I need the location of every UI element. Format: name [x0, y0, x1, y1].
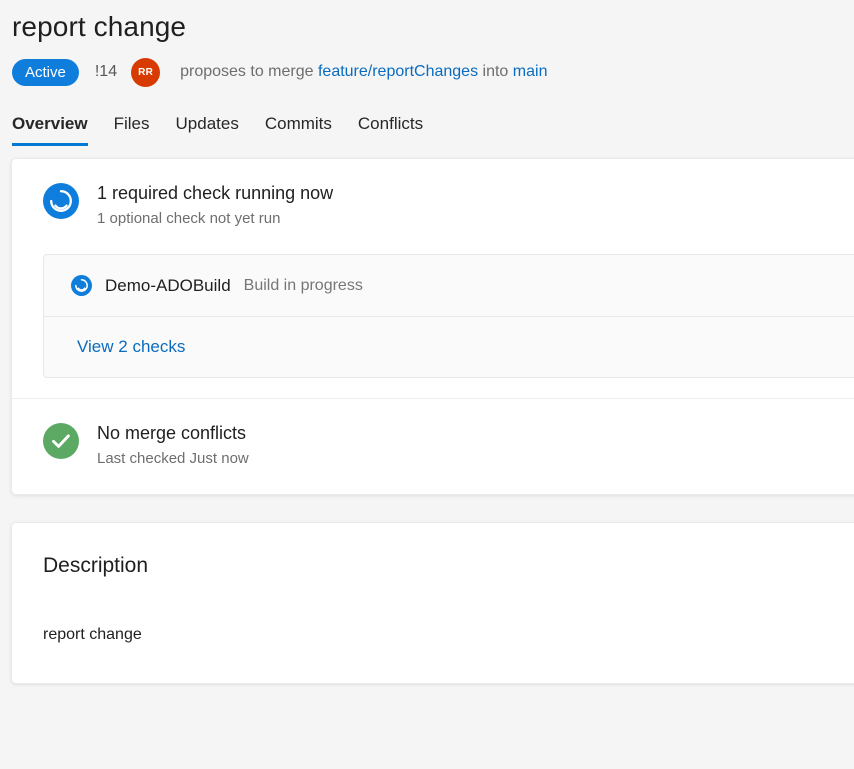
tab-bar: Overview Files Updates Commits Conflicts: [0, 104, 854, 146]
view-checks-link[interactable]: View 2 checks: [77, 337, 185, 357]
tab-updates[interactable]: Updates: [176, 114, 239, 146]
checks-summary: 1 required check running now 1 optional …: [12, 181, 854, 230]
merge-conflicts-title: No merge conflicts: [97, 421, 249, 445]
status-card: 1 required check running now 1 optional …: [11, 158, 854, 495]
view-checks-row: View 2 checks: [44, 317, 854, 377]
description-card: Description report change: [11, 522, 854, 684]
merge-conflicts-section: No merge conflicts Last checked Just now: [12, 399, 854, 494]
pull-request-header: report change Active !14 RR proposes to …: [0, 0, 854, 86]
merge-prefix-text: proposes to merge: [180, 63, 313, 80]
tab-conflicts[interactable]: Conflicts: [358, 114, 423, 146]
checks-summary-text: 1 required check running now 1 optional …: [97, 181, 333, 230]
description-body: report change: [43, 624, 854, 646]
merge-conflicts-subtitle: Last checked Just now: [97, 448, 249, 470]
description-heading: Description: [43, 553, 854, 579]
check-circle-icon: [43, 423, 79, 459]
merge-conflicts-text: No merge conflicts Last checked Just now: [97, 421, 249, 470]
check-name: Demo-ADOBuild: [105, 276, 231, 296]
checks-list-box: Demo-ADOBuild Build in progress View 2 c…: [43, 254, 854, 378]
source-branch-link[interactable]: feature/reportChanges: [318, 63, 478, 80]
checks-summary-title: 1 required check running now: [97, 181, 333, 205]
pull-request-meta: Active !14 RR proposes to merge feature/…: [12, 58, 854, 86]
checks-summary-subtitle: 1 optional check not yet run: [97, 208, 333, 230]
check-state: Build in progress: [244, 277, 363, 295]
page-title: report change: [12, 0, 854, 44]
checks-section: 1 required check running now 1 optional …: [12, 159, 854, 398]
avatar[interactable]: RR: [131, 58, 160, 87]
tab-files[interactable]: Files: [114, 114, 150, 146]
check-row[interactable]: Demo-ADOBuild Build in progress: [44, 255, 854, 316]
merge-description: proposes to merge feature/reportChanges …: [180, 63, 547, 81]
pull-request-id: !14: [95, 63, 117, 81]
running-spinner-icon: [43, 183, 79, 219]
status-badge: Active: [12, 59, 79, 86]
target-branch-link[interactable]: main: [513, 63, 548, 80]
overview-content: 1 required check running now 1 optional …: [0, 158, 854, 684]
running-spinner-icon: [71, 275, 92, 296]
merge-middle-text: into: [483, 63, 509, 80]
tab-commits[interactable]: Commits: [265, 114, 332, 146]
tab-overview[interactable]: Overview: [12, 114, 88, 146]
